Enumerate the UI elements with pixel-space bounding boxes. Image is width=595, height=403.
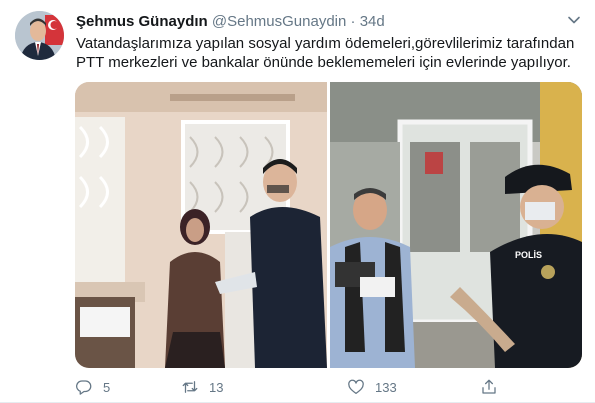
avatar-image — [15, 11, 64, 60]
share-icon — [482, 379, 496, 394]
author-name[interactable]: Şehmus Günaydın — [76, 13, 208, 30]
photo-1[interactable] — [75, 82, 327, 368]
chevron-down-icon[interactable] — [567, 13, 581, 27]
reply-count: 5 — [103, 379, 111, 395]
tweet-actions: 5 13 133 — [75, 376, 496, 398]
author-handle[interactable]: @SehmusGunaydin — [212, 13, 346, 30]
separator: · — [350, 13, 356, 30]
retweet-button[interactable]: 13 — [181, 376, 223, 398]
tweet[interactable]: Şehmus Günaydın @SehmusGunaydin · 34d Va… — [0, 0, 595, 403]
like-count: 133 — [375, 379, 397, 395]
tweet-header: Şehmus Günaydın @SehmusGunaydin · 34d — [76, 12, 385, 32]
photo-2[interactable]: POLİS — [330, 82, 582, 368]
tweet-text: Vatandaşlarımıza yapılan sosyal yardım ö… — [76, 35, 575, 71]
reply-button[interactable]: 5 — [75, 376, 110, 398]
retweet-icon — [182, 381, 198, 393]
like-button[interactable]: 133 — [347, 376, 397, 398]
avatar[interactable] — [15, 11, 64, 60]
share-button[interactable] — [480, 376, 508, 398]
timestamp[interactable]: 34d — [360, 13, 385, 30]
retweet-count: 13 — [209, 379, 224, 395]
police-badge-text: POLİS — [515, 250, 542, 260]
reply-icon — [76, 380, 92, 395]
like-icon — [348, 379, 364, 395]
media-grid: POLİS — [75, 82, 582, 368]
